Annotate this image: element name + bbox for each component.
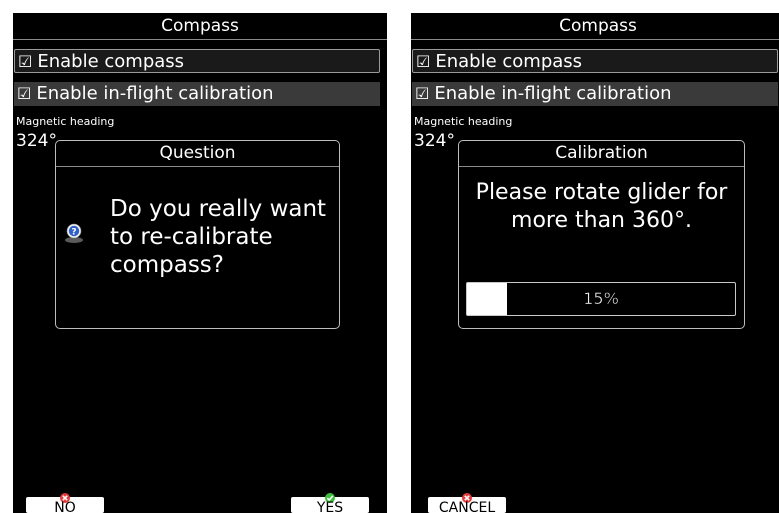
option-label: Enable compass	[37, 51, 185, 72]
checkbox-icon[interactable]: ☑	[18, 50, 32, 73]
screen-title: Compass	[411, 13, 779, 40]
checkbox-icon[interactable]: ☑	[17, 82, 31, 105]
enable-inflight-calibration-option[interactable]: ☑ Enable in-flight calibration	[412, 82, 778, 106]
magnetic-heading-label: Magnetic heading	[16, 115, 115, 128]
checkbox-icon[interactable]: ☑	[416, 50, 430, 73]
option-label: Enable in-flight calibration	[36, 83, 274, 104]
magnetic-heading-value: 324°	[16, 131, 57, 151]
svg-text:?: ?	[71, 228, 76, 238]
dialog-message: Do you really want to re-calibrate compa…	[110, 196, 327, 278]
dialog-title: Question	[56, 141, 339, 167]
cancel-button[interactable]: CANCEL	[428, 493, 506, 513]
magnetic-heading-label: Magnetic heading	[414, 115, 513, 128]
no-button[interactable]: NO	[26, 493, 104, 513]
option-label: Enable compass	[435, 51, 583, 72]
question-dialog: Question ? Do you really want to re-cali…	[55, 140, 340, 329]
no-button-label: NO	[54, 500, 76, 513]
right-screen: Compass ☑ Enable compass ☑ Enable in-fligh…	[411, 13, 779, 513]
cancel-button-label: CANCEL	[438, 500, 496, 513]
enable-inflight-calibration-option[interactable]: ☑ Enable in-flight calibration	[14, 82, 380, 106]
dialog-title: Calibration	[459, 141, 744, 167]
enable-compass-option[interactable]: ☑ Enable compass	[412, 49, 778, 73]
yes-button-label: YES	[316, 500, 344, 513]
calibration-progress-bar: 15%	[466, 282, 736, 316]
yes-button[interactable]: YES	[291, 493, 369, 513]
option-label: Enable in-flight calibration	[434, 83, 672, 104]
question-icon: ?	[65, 223, 83, 243]
enable-compass-option[interactable]: ☑ Enable compass	[14, 49, 380, 73]
calibration-dialog: Calibration Please rotate glider for mor…	[458, 140, 745, 329]
dialog-message: Please rotate glider for more than 360°.	[475, 180, 728, 233]
progress-label: 15%	[583, 289, 619, 309]
magnetic-heading-value: 324°	[414, 131, 455, 151]
screen-title: Compass	[13, 13, 387, 40]
checkbox-icon[interactable]: ☑	[415, 82, 429, 105]
left-screen: Compass ☑ Enable compass ☑ Enable in-fligh…	[13, 13, 387, 513]
